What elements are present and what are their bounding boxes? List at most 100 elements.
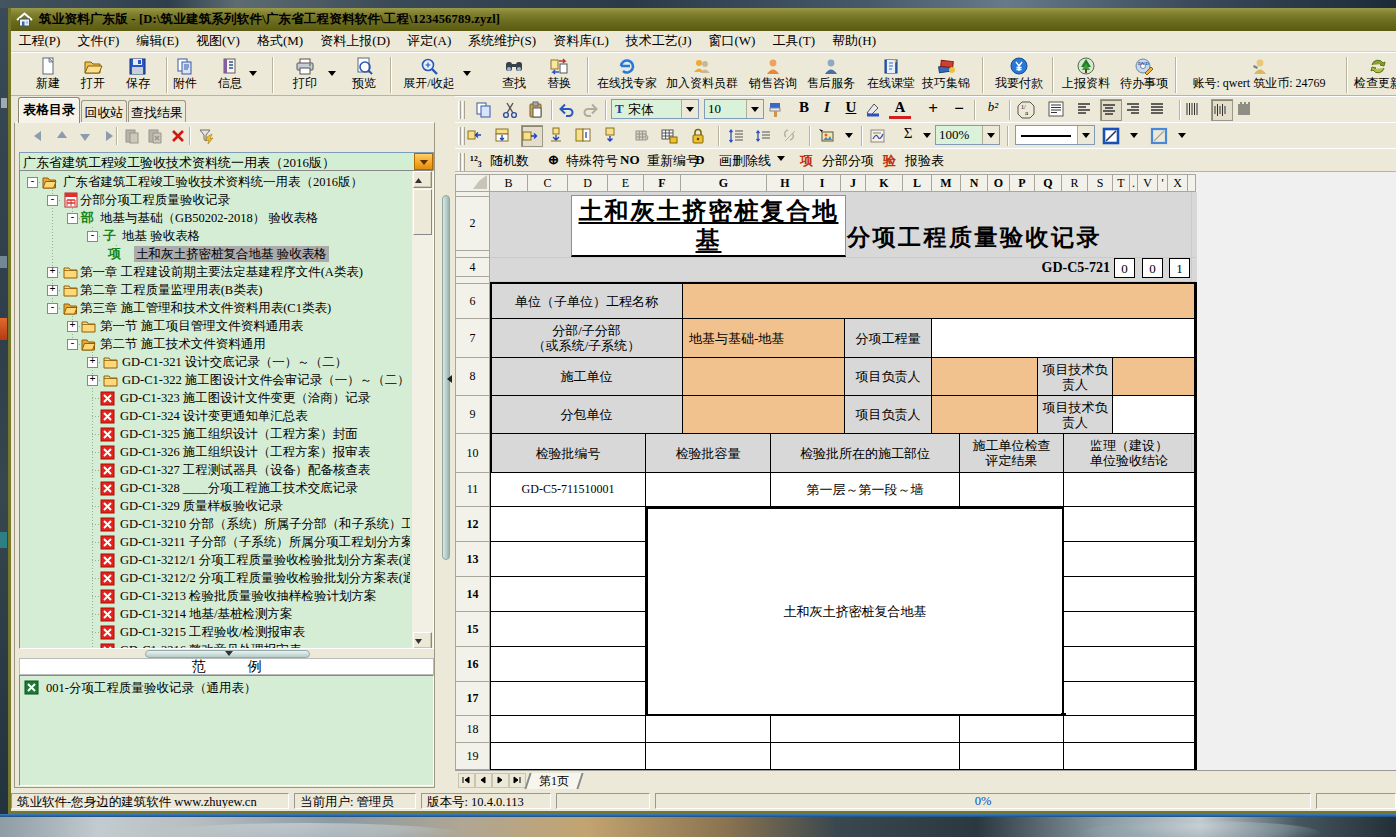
table-cell[interactable]	[491, 507, 646, 542]
column-header[interactable]: L	[903, 174, 932, 192]
subcontractor-value[interactable]	[683, 396, 845, 434]
code-digit-box[interactable]: 0	[1114, 258, 1135, 278]
font-color-button[interactable]: A	[889, 99, 911, 119]
nav-right-icon[interactable]	[99, 127, 117, 145]
column-header[interactable]: B	[490, 174, 528, 192]
column-header[interactable]: T	[1113, 174, 1130, 192]
toolbar-dropdown-arrow[interactable]	[327, 67, 338, 79]
manager2-label[interactable]: 项目负责人	[845, 396, 932, 434]
combobox-dropdown-button[interactable]	[982, 126, 999, 144]
row-header[interactable]: 9	[455, 396, 490, 434]
menu-item[interactable]: 资料上报(D)	[312, 30, 399, 52]
column-header[interactable]: I	[804, 174, 841, 192]
split-down-button[interactable]	[602, 125, 624, 147]
edit-toolbar-button[interactable]: 随机数	[490, 152, 529, 170]
tree-item[interactable]: GD-C1-327 工程测试器具（设备）配备核查表	[20, 461, 410, 479]
toolbar-dropdown-arrow[interactable]	[248, 67, 259, 79]
menu-item[interactable]: 格式(M)	[248, 30, 311, 52]
table-cell[interactable]	[960, 716, 1064, 743]
tree-item[interactable]: GD-C1-3215 工程验收/检测报审表	[20, 623, 410, 641]
unlink-button[interactable]	[781, 125, 803, 147]
menu-item[interactable]: 资料库(L)	[545, 30, 618, 52]
column-header[interactable]: E	[608, 174, 644, 192]
code-digit-box[interactable]: 0	[1142, 258, 1163, 278]
line-style-combobox[interactable]	[1015, 125, 1095, 145]
tree-scrollbar[interactable]	[412, 171, 433, 649]
strikethrough-dropdown[interactable]	[775, 154, 787, 164]
tab-search-results[interactable]: 查找结果	[128, 100, 186, 123]
combobox-dropdown-button[interactable]	[681, 100, 698, 118]
redo-button[interactable]	[582, 99, 604, 121]
menu-item[interactable]: 评定(A)	[399, 30, 460, 52]
tree-item[interactable]: GD-C1-3212/1 分项工程质量验收检验批划分方案表(通用	[20, 551, 410, 569]
tree-item[interactable]: + GD-C1-322 施工图设计文件会审记录（一）～（二）	[20, 371, 410, 389]
menu-item[interactable]: 系统维护(S)	[460, 30, 545, 52]
toolbar-button-open[interactable]: 打开	[73, 55, 113, 95]
paste-gray-icon[interactable]	[146, 127, 164, 145]
sheet-nav-last-button[interactable]	[509, 773, 526, 788]
table-cell[interactable]	[1064, 716, 1195, 743]
column-header[interactable]: Q	[1035, 174, 1062, 192]
contractor-value[interactable]	[683, 358, 845, 396]
table-cell[interactable]	[960, 743, 1064, 770]
table-cell[interactable]	[1064, 647, 1195, 682]
row-header[interactable]: 8	[455, 358, 490, 396]
sheet-nav-first-button[interactable]	[458, 773, 475, 788]
row-header[interactable]: 6	[455, 284, 490, 319]
bold-button[interactable]: B	[793, 99, 815, 121]
batch-location-header[interactable]: 检验批所在的施工部位	[771, 434, 960, 473]
check-result-value[interactable]	[960, 473, 1064, 507]
tree-item[interactable]: GD-C1-326 施工组织设计（工程方案）报审表	[20, 443, 410, 461]
table-cell[interactable]	[491, 743, 646, 770]
column-header[interactable]: .	[1130, 174, 1138, 192]
edit-toolbar-button[interactable]: 特殊符号	[566, 152, 618, 170]
supervise-value[interactable]	[1064, 473, 1195, 507]
tree-item[interactable]: + 第一章 工程建设前期主要法定基建程序文件(A类表)	[20, 263, 410, 281]
table-cell[interactable]	[491, 542, 646, 577]
row-header[interactable]: 10	[455, 434, 490, 473]
row-header[interactable]	[455, 251, 490, 258]
border-color-button[interactable]	[1102, 125, 1124, 147]
row-header[interactable]: 17	[455, 682, 490, 716]
column-header[interactable]: X	[1168, 174, 1188, 192]
nav-up-icon[interactable]	[53, 127, 71, 145]
delete-icon[interactable]	[169, 127, 187, 145]
sheet-nav-next-button[interactable]	[492, 773, 509, 788]
table-cell[interactable]	[1064, 577, 1195, 612]
manager2-value[interactable]	[932, 396, 1038, 434]
quantity-label[interactable]: 分项工程量	[845, 319, 932, 358]
tree-item[interactable]: 项 土和灰土挤密桩复合地基 验收表格	[20, 245, 410, 263]
manager-value[interactable]	[932, 358, 1038, 396]
lock-button[interactable]	[689, 125, 711, 147]
border-style-button[interactable]	[1150, 125, 1172, 147]
subdivision-value[interactable]: 地基与基础-地基	[683, 319, 845, 358]
toolbar-button-tips[interactable]: 技巧集锦	[917, 55, 975, 95]
column-header[interactable]: K	[866, 174, 903, 192]
table-cell[interactable]	[491, 716, 646, 743]
supervise-header[interactable]: 监理（建设） 单位验收结论	[1064, 434, 1195, 473]
ink-color-button[interactable]	[864, 99, 886, 121]
column-header-stub[interactable]	[1188, 174, 1196, 192]
toolbar-button-online-expert[interactable]: 在线找专家	[587, 55, 667, 95]
table-cell[interactable]	[491, 612, 646, 647]
table-cell[interactable]	[1064, 542, 1195, 577]
menu-item[interactable]: 编辑(E)	[128, 30, 188, 52]
column-header[interactable]: '	[1158, 174, 1168, 192]
tree-item[interactable]: - 分部分项工程质量验收记录	[20, 191, 410, 209]
unit-name-label[interactable]: 单位（子单位）工程名称	[491, 284, 683, 319]
tree-item[interactable]: GD-C1-3212/2 分项工程质量验收检验批划分方案表(通用	[20, 569, 410, 587]
batch-no-value[interactable]: GD-C5-711510001	[491, 473, 646, 507]
menu-item[interactable]: 技术工艺(J)	[617, 30, 700, 52]
tree-item[interactable]: - 子 地基 验收表格	[20, 227, 410, 245]
form-title-editbox[interactable]: 土和灰土挤密桩复合地基	[571, 195, 846, 257]
merge-left-button[interactable]	[467, 125, 489, 147]
tree-expand-box[interactable]: -	[67, 213, 78, 224]
tree-item[interactable]: + 第一节 施工项目管理文件资料通用表	[20, 317, 410, 335]
insert-image-dropdown[interactable]	[843, 131, 855, 141]
tree-item[interactable]: - 第二节 施工技术文件资料通用	[20, 335, 410, 353]
format-painter-button[interactable]	[767, 99, 789, 121]
toolbar-button-find[interactable]: 查找	[494, 55, 534, 95]
border-color-dropdown[interactable]	[1128, 131, 1140, 141]
toolbar-button-new[interactable]: 新建	[28, 55, 68, 95]
vertical-text-1-button[interactable]	[1185, 99, 1207, 121]
